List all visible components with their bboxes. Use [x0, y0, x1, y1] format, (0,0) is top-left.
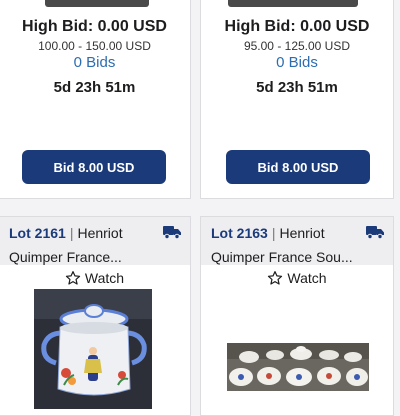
- time-remaining: 5d 23h 51m: [256, 79, 338, 96]
- lot-card[interactable]: High Bid: 0.00 USD 95.00 - 125.00 USD 0 …: [200, 0, 394, 199]
- tableware-set-image: [227, 343, 369, 391]
- lot-photo-bottom-edge[interactable]: [228, 0, 358, 7]
- high-bid-text: High Bid: 0.00 USD: [224, 18, 370, 35]
- truck-icon: [366, 226, 384, 239]
- lot-heading: Lot 2163 | Henriot: [211, 225, 325, 241]
- lot-photo-bottom-edge[interactable]: [45, 0, 149, 7]
- lot-card[interactable]: Lot 2163 | Henriot Quimper France Sou... W…: [200, 216, 394, 416]
- estimate-range: 100.00 - 150.00 USD: [38, 39, 151, 53]
- lot-maker: Henriot: [279, 225, 325, 241]
- lot-maker: Henriot: [77, 225, 123, 241]
- bid-button[interactable]: Bid 8.00 USD: [226, 150, 370, 184]
- watch-label: Watch: [84, 270, 125, 286]
- lot-separator: |: [69, 225, 74, 241]
- watch-button[interactable]: Watch: [0, 270, 190, 286]
- lot-heading: Lot 2161 | Henriot: [9, 225, 123, 241]
- bid-count-link[interactable]: 0 Bids: [201, 54, 393, 71]
- estimate-range: 95.00 - 125.00 USD: [243, 39, 351, 53]
- lot-photo[interactable]: [227, 343, 369, 391]
- star-outline-icon: [65, 271, 81, 285]
- lot-card[interactable]: Lot 2161 | Henriot Quimper France... Watch: [0, 216, 191, 416]
- lot-number-link[interactable]: Lot 2161: [9, 225, 66, 241]
- lot-photo[interactable]: [34, 289, 152, 409]
- lot-card[interactable]: High Bid: 0.00 USD 100.00 - 150.00 USD 0…: [0, 0, 191, 199]
- bid-button[interactable]: Bid 8.00 USD: [22, 150, 166, 184]
- lot-number-link[interactable]: Lot 2163: [211, 225, 268, 241]
- lot-header: Lot 2163 | Henriot Quimper France Sou...: [201, 217, 393, 265]
- high-bid-text: High Bid: 0.00 USD: [22, 18, 167, 35]
- lot-title-link[interactable]: Quimper France Sou...: [211, 249, 353, 265]
- lot-title-link[interactable]: Quimper France...: [9, 249, 122, 265]
- truck-icon: [163, 226, 181, 239]
- bid-count-link[interactable]: 0 Bids: [0, 54, 190, 71]
- watch-label: Watch: [287, 270, 327, 286]
- sugar-bowl-image: [34, 289, 152, 409]
- star-outline-icon: [268, 271, 283, 285]
- watch-button[interactable]: Watch: [201, 270, 393, 286]
- lot-separator: |: [271, 225, 276, 241]
- time-remaining: 5d 23h 51m: [53, 79, 136, 96]
- lot-header: Lot 2161 | Henriot Quimper France...: [0, 217, 190, 265]
